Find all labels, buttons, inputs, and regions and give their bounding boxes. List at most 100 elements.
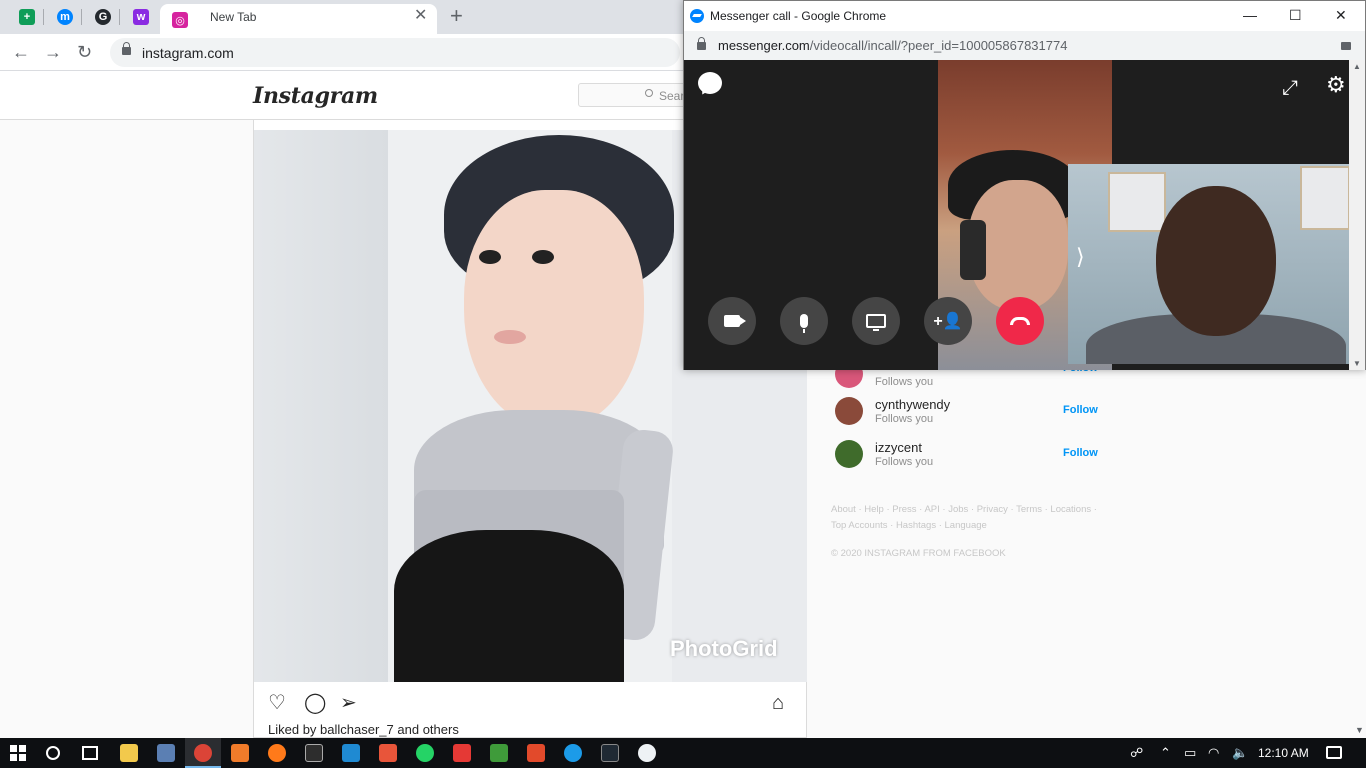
video-call-area: ⟩ ⤢ ⚙ +👤 [684, 60, 1349, 370]
fullscreen-icon[interactable]: ⤢ [1282, 78, 1298, 98]
share-icon[interactable]: ➢ [340, 692, 357, 714]
bookmark-icon[interactable]: ⌂ [772, 692, 784, 714]
avatar[interactable] [835, 440, 863, 468]
messenger-icon [690, 9, 704, 23]
suggestion-subtitle: Follows you [875, 413, 934, 425]
search-circle-icon[interactable] [46, 746, 60, 760]
github-icon: G [95, 9, 111, 25]
instagram-icon: ◎ [172, 12, 188, 28]
mongodb-icon[interactable] [638, 744, 656, 762]
new-tab-icon[interactable]: + [450, 5, 463, 27]
chrome-icon[interactable] [194, 744, 212, 762]
node-icon[interactable] [490, 744, 508, 762]
follow-button[interactable]: Follow [1063, 404, 1098, 416]
windows-start-icon[interactable] [10, 745, 26, 761]
xampp-icon[interactable] [231, 744, 249, 762]
screen-share-button[interactable] [852, 297, 900, 345]
close-window-icon[interactable]: ✕ [1335, 7, 1347, 23]
camera-in-use-icon[interactable] [1341, 42, 1351, 50]
suggestion-username[interactable]: cynthywendy [875, 397, 950, 412]
cmd-icon[interactable] [305, 744, 323, 762]
scroll-up-arrow-icon[interactable]: ▲ [1353, 62, 1361, 71]
suggestion-item: cynthywendy Follows you Follow [835, 397, 1100, 431]
chat-bubble-icon[interactable] [698, 72, 722, 94]
avatar[interactable] [835, 397, 863, 425]
liked-user-link[interactable]: ballchaser_7 [320, 722, 394, 737]
instagram-logo[interactable]: Instagram [253, 83, 378, 109]
post-actions: ♡ ◯ ➢ ⌂ [268, 692, 793, 716]
tab-close-icon[interactable]: ✕ [414, 8, 427, 24]
popup-url: messenger.com/videocall/incall/?peer_id=… [718, 38, 1068, 53]
footer-links-line1[interactable]: About · Help · Press · API · Jobs · Priv… [831, 502, 1101, 518]
footer-links: About · Help · Press · API · Jobs · Priv… [831, 502, 1101, 534]
forward-arrow-icon[interactable]: → [44, 42, 62, 62]
back-arrow-icon[interactable]: ← [12, 42, 30, 62]
vscode-icon[interactable] [342, 744, 360, 762]
suggestion-subtitle: Follows you [875, 376, 934, 388]
task-view-icon[interactable] [82, 746, 98, 760]
pinned-tab-sheets[interactable]: + [10, 4, 44, 30]
gear-icon[interactable]: ⚙ [1326, 74, 1346, 96]
battery-icon[interactable]: ▭ [1184, 746, 1196, 760]
mute-button[interactable] [780, 297, 828, 345]
add-person-icon: +👤 [933, 313, 963, 330]
address-url[interactable]: instagram.com [142, 45, 234, 61]
scroll-down-arrow-icon[interactable]: ▼ [1353, 359, 1361, 368]
pinned-tab-wattpad[interactable]: w [124, 4, 158, 30]
file-explorer-icon[interactable] [120, 744, 138, 762]
address-bar[interactable]: instagram.com [110, 38, 680, 67]
tab-instagram-active[interactable]: ◎ [160, 4, 437, 34]
terminal-icon[interactable] [601, 744, 619, 762]
edge-icon[interactable] [564, 744, 582, 762]
google-sheets-icon: + [19, 9, 35, 25]
scroll-down-arrow-icon[interactable]: ▼ [1355, 725, 1364, 735]
messenger-call-window: Messenger call - Google Chrome — ☐ ✕ mes… [683, 0, 1366, 370]
camera-toggle-button[interactable] [708, 297, 756, 345]
add-person-button[interactable]: +👤 [924, 297, 972, 345]
copyright: © 2020 INSTAGRAM FROM FACEBOOK [831, 548, 1006, 559]
liked-prefix: Liked by [268, 722, 317, 737]
clock[interactable]: 12:10 AM [1258, 746, 1309, 760]
video-camera-icon [724, 315, 740, 327]
minimize-icon[interactable]: — [1243, 7, 1257, 23]
window-title-bar[interactable]: Messenger call - Google Chrome — ☐ ✕ [684, 1, 1365, 31]
windows-taskbar: ☍ ⌃ ▭ ◠ 🔈 12:10 AM [0, 738, 1366, 768]
suggestion-item: izzycent Follows you Follow [835, 440, 1100, 474]
firefox-icon[interactable] [268, 744, 286, 762]
end-call-button[interactable] [996, 297, 1044, 345]
lock-icon [697, 37, 706, 50]
photogrid-watermark: PhotoGrid [670, 636, 778, 661]
popup-scrollbar[interactable]: ▲ ▼ [1349, 60, 1365, 370]
wattpad-icon: w [133, 9, 149, 25]
suggestion-username[interactable]: izzycent [875, 440, 922, 455]
postman-icon[interactable] [527, 744, 545, 762]
git-gui-icon[interactable] [379, 744, 397, 762]
microphone-icon [800, 314, 808, 333]
pinned-tab-messenger[interactable]: m [48, 4, 82, 30]
maximize-icon[interactable]: ☐ [1289, 7, 1302, 23]
search-icon [645, 89, 653, 97]
liked-suffix-link[interactable]: and others [397, 722, 458, 737]
store-icon[interactable] [157, 744, 175, 762]
comment-icon[interactable]: ◯ [304, 692, 326, 714]
window-title: Messenger call - Google Chrome [710, 9, 887, 23]
chevron-right-icon[interactable]: ⟩ [1076, 244, 1085, 270]
search-input[interactable]: Search [578, 83, 697, 107]
chevron-up-icon[interactable]: ⌃ [1160, 746, 1171, 760]
monitor-icon [866, 314, 886, 331]
reload-icon[interactable]: ↻ [77, 42, 92, 62]
notification-icon[interactable] [1326, 746, 1342, 759]
volume-icon[interactable]: 🔈 [1232, 746, 1248, 760]
suggestion-subtitle: Follows you [875, 456, 934, 468]
pinned-tab-github[interactable]: G [86, 4, 120, 30]
self-preview-video[interactable] [1068, 164, 1349, 364]
wifi-icon[interactable]: ◠ [1208, 746, 1219, 760]
whatsapp-icon[interactable] [416, 744, 434, 762]
follow-button[interactable]: Follow [1063, 447, 1098, 459]
calendar-app-icon[interactable] [453, 744, 471, 762]
heart-icon[interactable]: ♡ [268, 692, 286, 714]
footer-links-line2[interactable]: Top Accounts · Hashtags · Language [831, 518, 1101, 534]
tab-title[interactable]: New Tab [210, 10, 256, 24]
popup-address-bar[interactable]: messenger.com/videocall/incall/?peer_id=… [684, 31, 1365, 60]
people-icon[interactable]: ☍ [1130, 746, 1143, 760]
